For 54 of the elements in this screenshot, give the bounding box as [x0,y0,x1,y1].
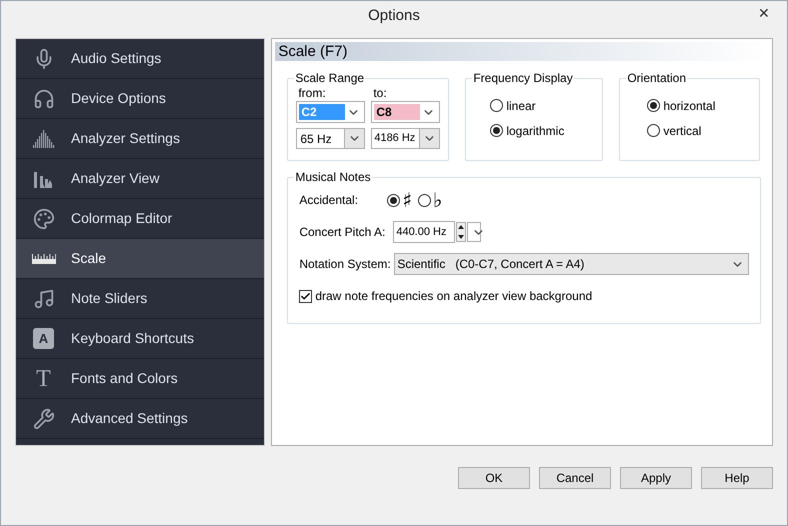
radio-label: vertical [663,124,702,136]
sidebar-item[interactable]: Scale [16,239,264,279]
ruler-icon [32,254,56,264]
sidebar-label: Keyboard Shortcuts [71,329,194,348]
notation-system-label: Notation System: [299,256,392,273]
radio-button[interactable] [647,124,660,137]
from-frequency-dropdown[interactable]: 65 Hz [296,128,366,149]
radio-button[interactable] [647,99,660,112]
to-frequency-dropdown[interactable]: 4186 Hz [371,128,440,149]
sidebar-label: Fonts and Colors [71,369,178,388]
group-title: Frequency Display [472,70,574,86]
page-title: Scale (F7) [278,44,348,59]
checkbox-label: draw note frequencies on analyzer view background [315,288,592,305]
radio-label: linear [506,100,536,112]
checkbox[interactable] [299,290,312,302]
dialog-button[interactable]: Apply [620,467,692,489]
dialog-button[interactable]: Help [701,467,773,489]
headphones-icon [32,88,54,110]
radio-button[interactable] [490,124,504,137]
sidebar-label: Audio Settings [71,49,162,68]
to-label: to: [372,87,388,99]
radio-label: logarithmic [506,124,564,136]
sidebar-label: Device Options [71,89,166,108]
to-note-dropdown[interactable]: C8 [371,101,440,123]
group-title: Scale Range [294,70,366,86]
bar-graph-icon [32,170,54,188]
letter-icon: T [36,366,51,390]
sidebar-label: Analyzer View [71,169,160,188]
radio-button[interactable] [490,99,504,112]
palette-icon [32,208,54,230]
notation-system-dropdown[interactable]: Scientific (C0-C7, Concert A = A4) [394,253,750,275]
letter-icon: A [33,328,54,349]
close-button[interactable]: ✕ [749,3,779,23]
spectrum-icon [32,130,56,148]
sidebar-label: Advanced Settings [71,409,188,428]
accidental-symbol: ♭ [433,190,442,210]
sidebar-label: Note Sliders [71,289,148,308]
dialog-button[interactable]: Cancel [539,467,611,489]
sidebar-label: Scale [71,249,106,268]
radio-label: horizontal [663,100,716,112]
sidebar-label: Analyzer Settings [71,129,180,148]
accidental-label: Accidental: [299,192,360,209]
wrench-icon [32,408,54,430]
from-label: from: [297,87,327,99]
spin-buttons[interactable] [456,222,466,242]
accidental-symbol: ♯ [402,190,412,210]
dialog-button[interactable]: OK [458,467,530,489]
music-note-icon [32,288,54,310]
concert-pitch-field[interactable]: 440.00 Hz [393,221,456,243]
concert-pitch-label: Concert Pitch A: [299,224,386,241]
radio-button[interactable] [418,194,432,206]
window-title: Options [368,6,420,26]
sidebar-label: Colormap Editor [71,209,172,228]
radio-button[interactable] [387,194,400,206]
